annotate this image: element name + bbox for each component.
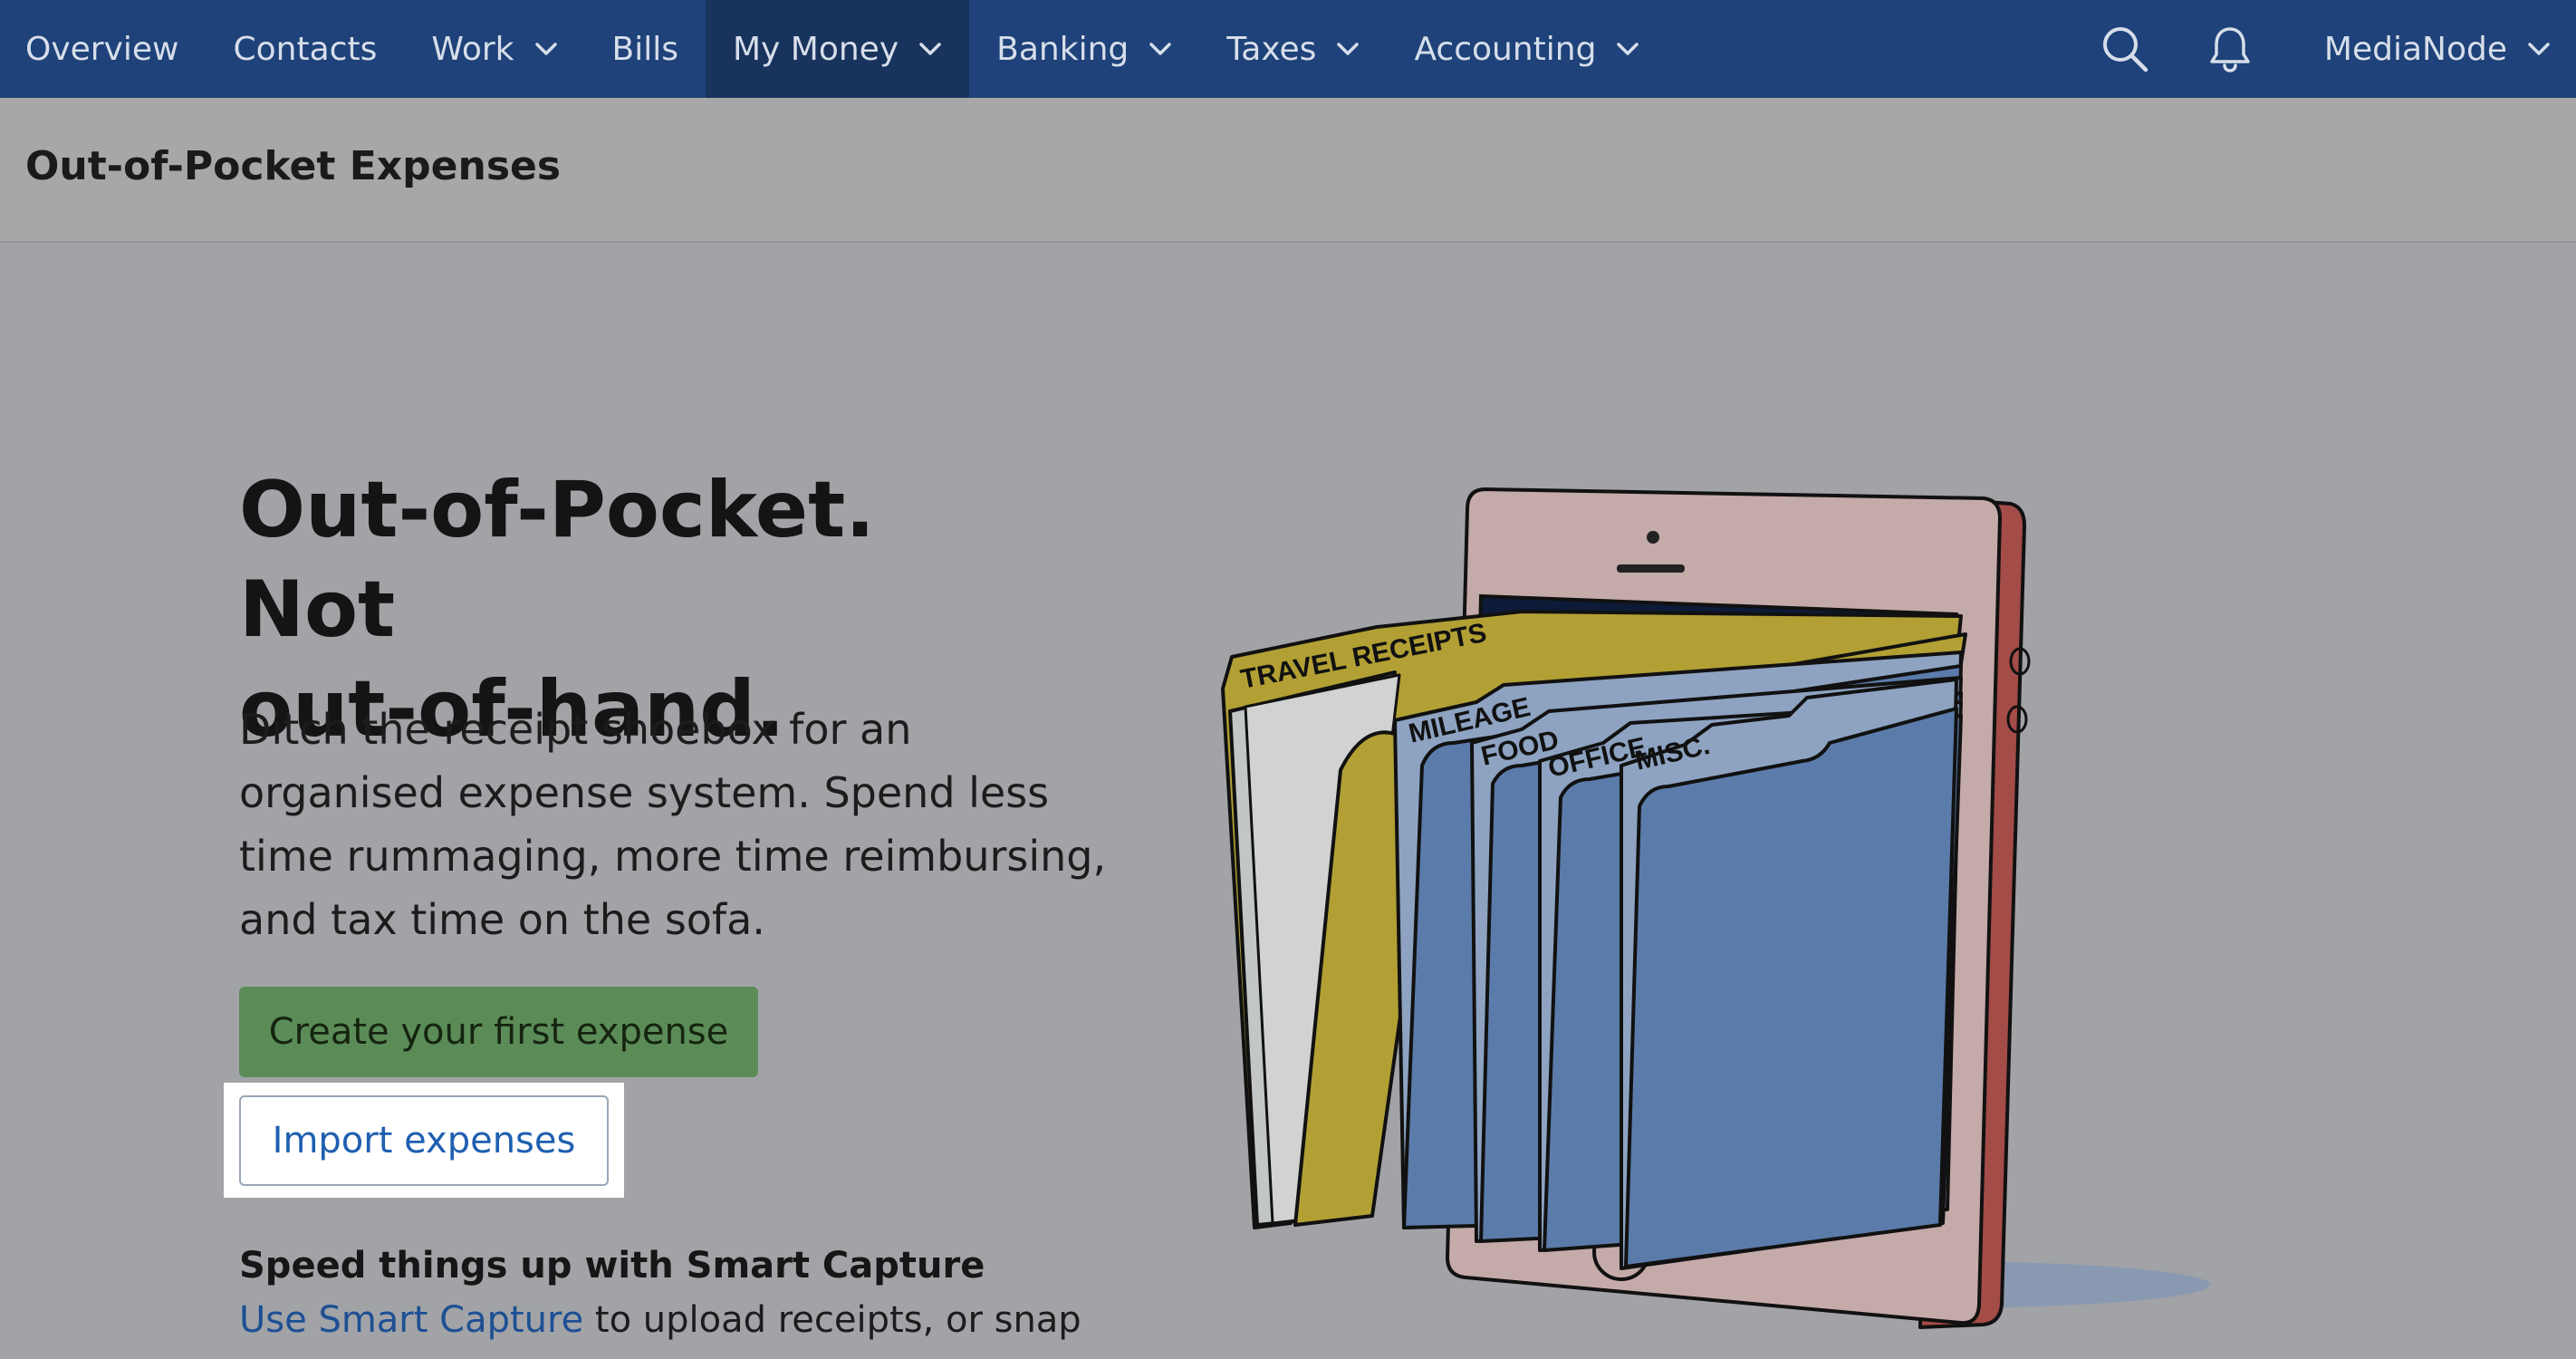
chevron-down-icon [1149,43,1171,55]
account-name: MediaNode [2323,30,2507,68]
hero-description: Ditch the receipt shoebox for an organis… [239,698,1109,951]
nav-label: Overview [25,30,179,68]
import-expenses-button[interactable]: Import expenses [239,1095,609,1186]
phone-folders-illustration: TRAVEL RECEIPTS MILEAGE FOOD OFFICE MISC… [1221,487,2210,1329]
nav-item-taxes[interactable]: Taxes [1199,0,1387,98]
nav-item-work[interactable]: Work [404,0,584,98]
nav-item-accounting[interactable]: Accounting [1387,0,1667,98]
chevron-down-icon [1337,43,1360,55]
nav-label: Banking [996,30,1129,68]
phone-camera [1647,531,1659,544]
nav-label: Work [431,30,514,68]
create-first-expense-button[interactable]: Create your first expense [239,987,758,1077]
nav-label: Contacts [233,30,378,68]
smart-capture-text: Use Smart Capture to upload receipts, or… [239,1299,1081,1341]
chevron-down-icon [919,43,941,55]
hero-description-line: organised expense system. Spend less [239,768,1050,817]
top-navigation: Overview Contacts Work Bills My Money Ba… [0,0,2576,98]
folder-misc-inner [1624,707,1958,1268]
phone-speaker [1617,564,1685,573]
smart-capture-heading: Speed things up with Smart Capture [239,1245,985,1287]
nav-right-tools: MediaNode [2100,0,2576,98]
nav-item-contacts[interactable]: Contacts [207,0,405,98]
nav-item-overview[interactable]: Overview [0,0,207,98]
nav-label: Taxes [1226,30,1317,68]
page-header: Out-of-Pocket Expenses [0,98,2576,243]
nav-item-bills[interactable]: Bills [585,0,706,98]
nav-label: Accounting [1414,30,1597,68]
search-icon[interactable] [2100,24,2150,74]
nav-label: Bills [611,30,678,68]
nav-label: My Money [732,30,899,68]
hero-description-line: and tax time on the sofa. [239,895,765,944]
chevron-down-icon [1617,43,1639,55]
chevron-down-icon [534,43,557,55]
nav-item-banking[interactable]: Banking [969,0,1199,98]
hero-description-line: time rummaging, more time reimbursing, [239,832,1107,881]
hero-heading-line: Out-of-Pocket. Not [239,465,875,655]
chevron-down-icon [2528,43,2550,55]
account-menu[interactable]: MediaNode [2324,31,2551,68]
nav-item-my-money[interactable]: My Money [705,0,970,98]
use-smart-capture-link[interactable]: Use Smart Capture [239,1299,583,1341]
hero-description-line: Ditch the receipt shoebox for an [239,705,912,754]
page-title: Out-of-Pocket Expenses [25,143,562,189]
smart-capture-description: to upload receipts, or snap [583,1299,1081,1341]
bell-icon[interactable] [2205,24,2255,74]
